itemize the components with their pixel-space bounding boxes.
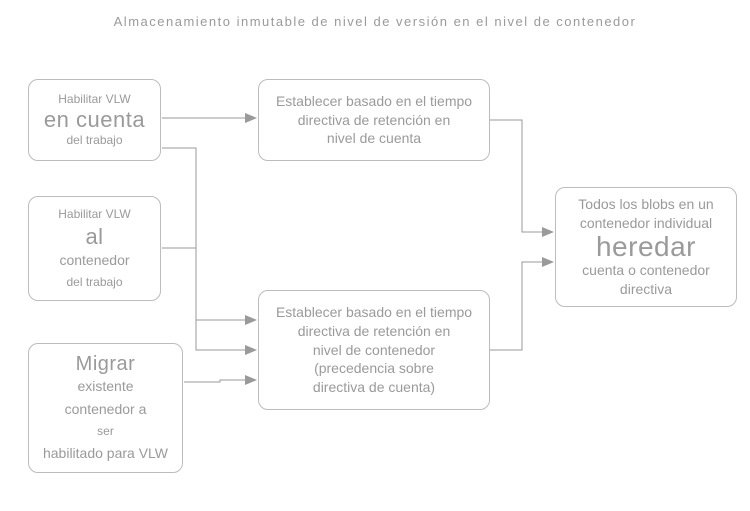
text: existente (77, 377, 133, 396)
text: contenedor (59, 251, 129, 270)
text: Migrar (76, 353, 136, 375)
diagram-title: Almacenamiento inmutable de nivel de ver… (0, 14, 750, 29)
text: del trabajo (66, 274, 122, 291)
text: nivel de contenedor (313, 341, 435, 360)
text: Habilitar VLW (58, 206, 130, 223)
box-enable-vlw-container: Habilitar VLW al contenedor del trabajo (28, 196, 161, 301)
text: directiva de retención en (298, 111, 451, 130)
text: directiva de retención en (298, 322, 451, 341)
box-retention-account: Establecer basado en el tiempo directiva… (258, 79, 490, 161)
text: cuenta o contenedor (582, 261, 710, 280)
text: ser (97, 423, 114, 440)
text: directiva de cuenta) (313, 378, 435, 397)
text: Establecer basado en el tiempo (276, 303, 472, 322)
text: al (85, 225, 103, 249)
text: (precedencia sobre (314, 359, 434, 378)
text: en cuenta (44, 108, 145, 132)
text: nivel de cuenta (327, 129, 421, 148)
text: habilitado para VLW (43, 444, 168, 463)
text: directiva (620, 280, 672, 299)
text: Establecer basado en el tiempo (276, 92, 472, 111)
box-blobs-inherit: Todos los blobs en un contenedor individ… (555, 187, 737, 307)
box-enable-vlw-account: Habilitar VLW en cuenta del trabajo (28, 79, 161, 161)
text: contenedor a (65, 400, 147, 419)
box-migrate-container: Migrar existente contenedor a ser habili… (28, 343, 183, 473)
text: del trabajo (66, 132, 122, 149)
box-retention-container: Establecer basado en el tiempo directiva… (258, 290, 490, 410)
text: Todos los blobs en un (578, 195, 713, 214)
text: heredar (596, 233, 696, 261)
text: Habilitar VLW (58, 91, 130, 108)
